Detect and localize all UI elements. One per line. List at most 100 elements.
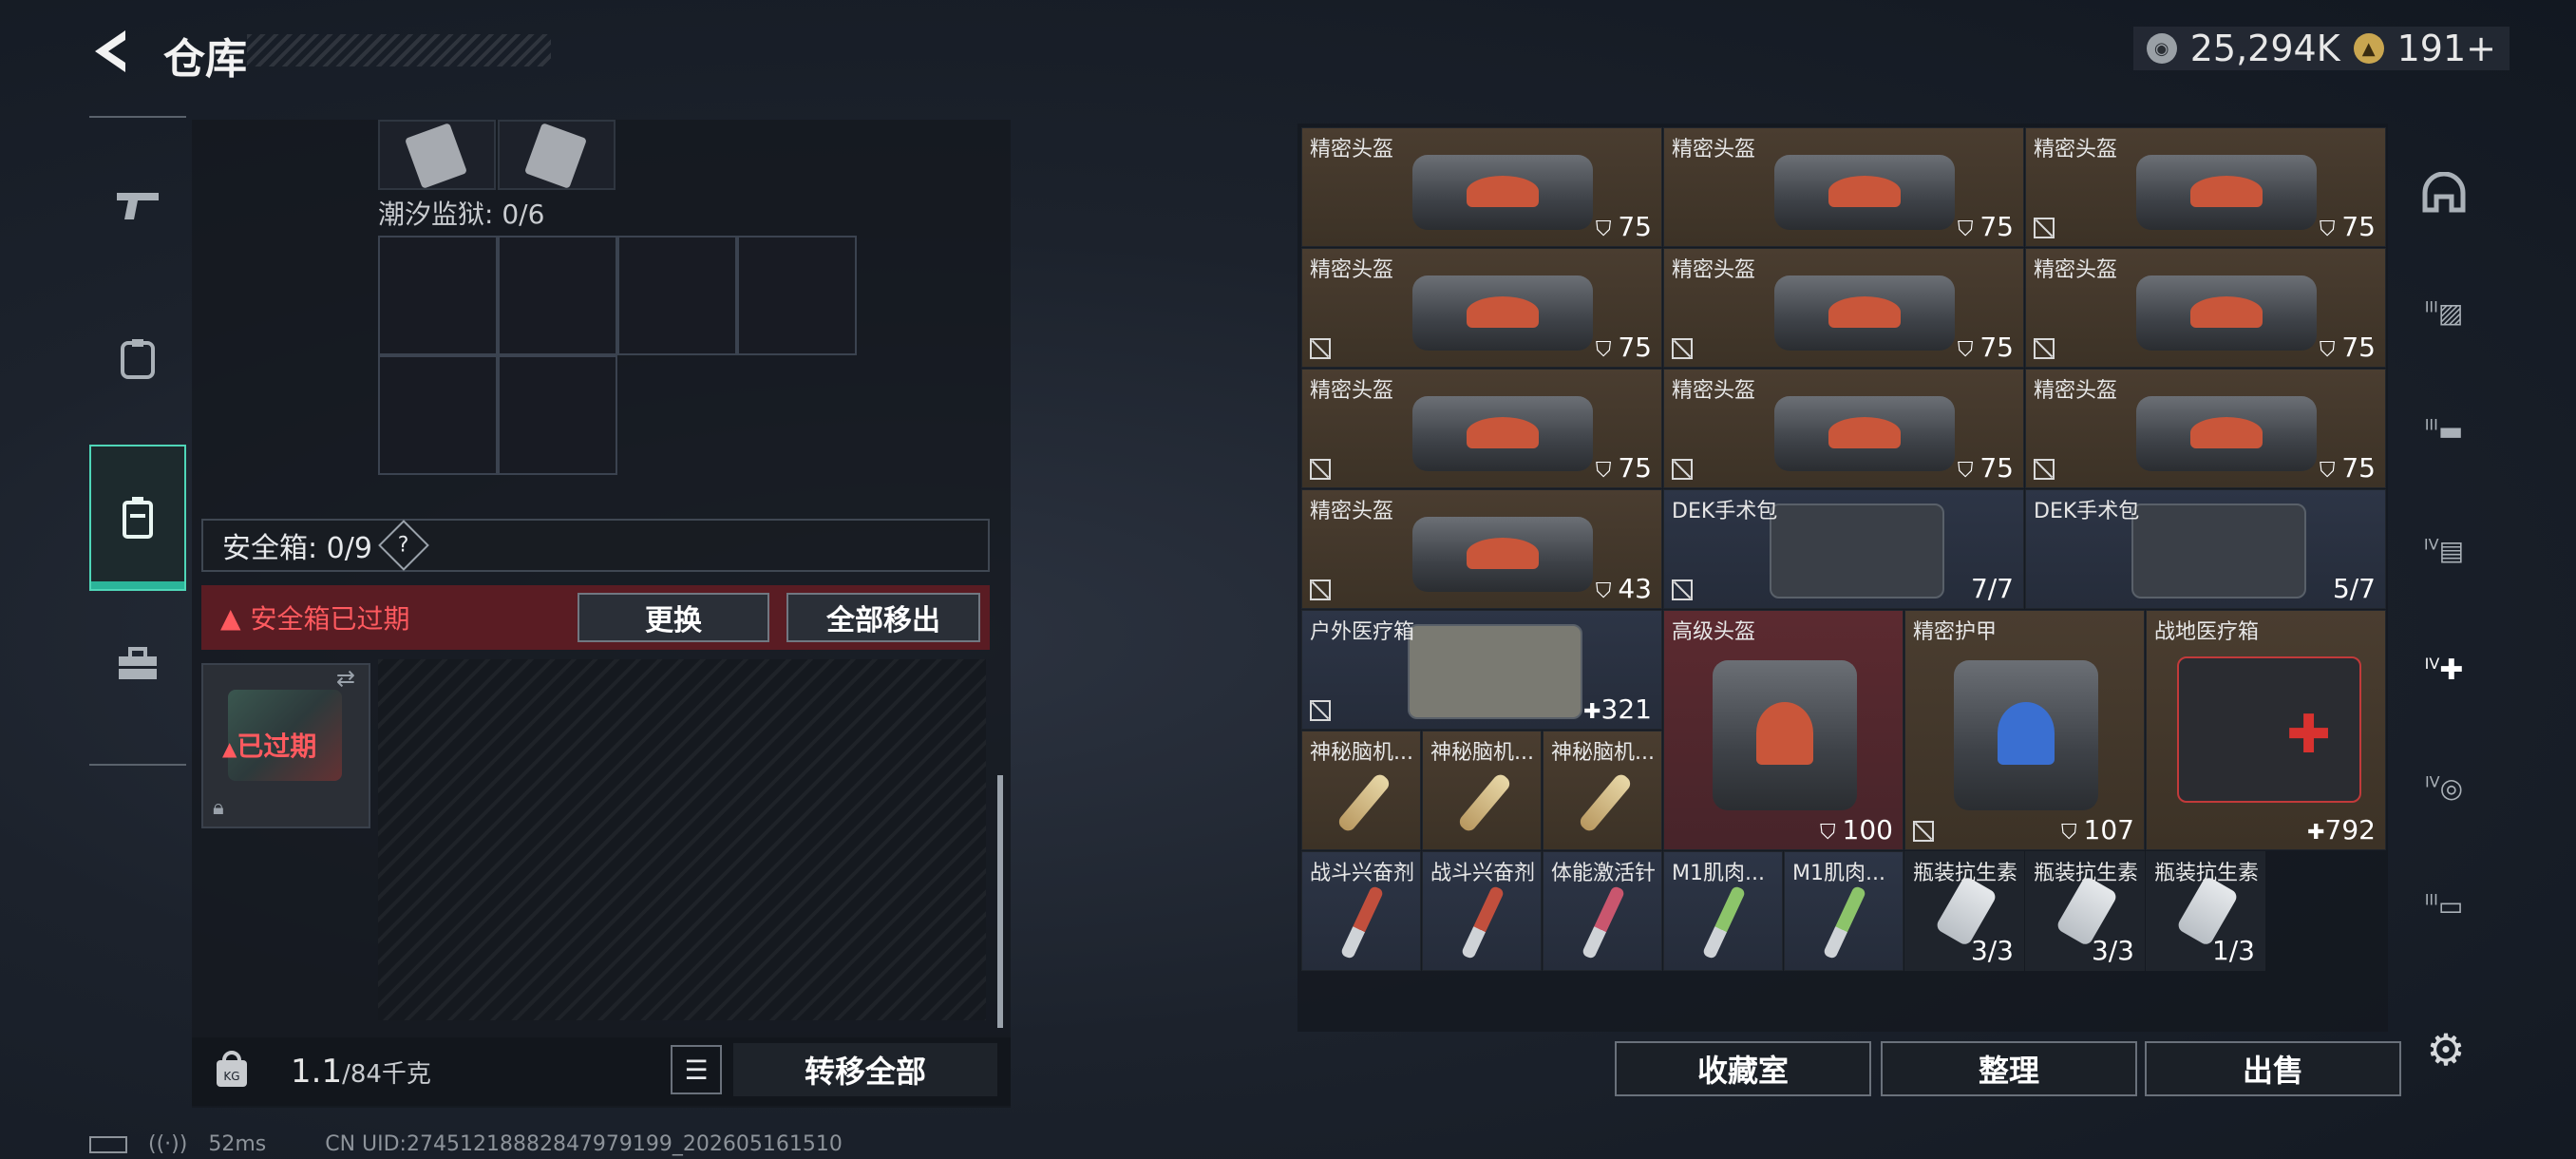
surgery-kit-image <box>2131 504 2306 598</box>
move-all-out-button[interactable]: 全部移出 <box>786 593 980 642</box>
inventory-item[interactable]: 体能激活针 <box>1543 851 1662 971</box>
inventory-item[interactable]: 精密头盔 ⛉ 75 <box>1301 248 1662 368</box>
item-slot[interactable] <box>498 120 616 190</box>
help-icon[interactable]: ? <box>378 520 429 571</box>
durability-shield-icon: ⛉ <box>1595 338 1619 362</box>
inventory-item[interactable]: 精密头盔 ⛉ 75 <box>1663 248 2024 368</box>
item-name: 精密头盔 <box>1310 258 1394 282</box>
inventory-item[interactable]: 精密头盔 ⛉ 43 <box>1301 489 1662 609</box>
syringe-image <box>1822 884 1867 960</box>
item-value: ⛉ 75 <box>1957 452 2014 484</box>
surgery-kit-image <box>1769 504 1944 598</box>
inventory-item[interactable]: 瓶装抗生素 1/3 <box>2146 851 2265 971</box>
untradeable-icon <box>2034 218 2055 238</box>
inventory-item[interactable]: DEK手术包 7/7 <box>1663 489 2024 609</box>
armor-filter-button[interactable]: III▨ <box>2403 272 2485 353</box>
grid-cell[interactable] <box>498 236 617 355</box>
item-value: ⛉ 107 <box>2061 814 2134 846</box>
item-name: 瓶装抗生素 <box>2034 862 2139 885</box>
armor-tier-icon: III▨ <box>2424 296 2464 329</box>
toolbox-tab[interactable] <box>89 612 186 716</box>
list-view-button[interactable]: ☰ <box>671 1045 722 1094</box>
inventory-item[interactable]: 战斗兴奋剂 <box>1422 851 1542 971</box>
bag-filter-button[interactable]: IV▤ <box>2403 509 2485 591</box>
helmet-filter-button[interactable] <box>2403 152 2485 234</box>
swap-icon[interactable]: ⇄ <box>336 665 355 692</box>
item-value: 5/7 <box>2332 573 2376 604</box>
inventory-item[interactable]: 户外医疗箱 ✚321 <box>1301 610 1662 730</box>
syringe-image <box>1460 884 1506 960</box>
medical-filter-button[interactable]: IV✚ <box>2403 629 2485 711</box>
item-name: 体能激活针 <box>1551 862 1657 885</box>
brain-chip-image <box>1335 771 1392 834</box>
helmet-image <box>1411 517 1593 592</box>
transfer-all-button[interactable]: 转移全部 <box>733 1043 997 1096</box>
right-category-sidebar: III▨ III▬ IV▤ IV✚ IV◎ III▭ <box>2403 120 2485 956</box>
item-name: 精密头盔 <box>1310 500 1394 523</box>
pistol-icon <box>117 193 159 219</box>
toolbox-icon <box>119 647 157 679</box>
inventory-item[interactable]: 精密头盔 ⛉ 75 <box>1663 369 2024 488</box>
scrollbar[interactable] <box>997 775 1003 1028</box>
inventory-item[interactable]: M1肌肉... <box>1663 851 1783 971</box>
replace-button[interactable]: 更换 <box>578 593 769 642</box>
list-icon: ☰ <box>684 1054 709 1086</box>
grid-cell[interactable] <box>737 236 857 355</box>
inventory-item[interactable]: 神秘脑机... <box>1543 731 1662 850</box>
sort-button[interactable]: 整理 <box>1881 1041 2137 1096</box>
inventory-item[interactable]: 瓶装抗生素 3/3 <box>2025 851 2145 971</box>
inventory-item[interactable]: 精密头盔 ⛉ 75 <box>1663 127 2024 247</box>
inventory-item[interactable]: 精密头盔 ⛉ 75 <box>2025 248 2386 368</box>
safebox-label: 安全箱: 0/9 <box>222 532 372 565</box>
inventory-item[interactable]: ✚ 战地医疗箱 ✚792 <box>2146 610 2386 850</box>
wifi-icon: ((·)) <box>148 1132 188 1156</box>
weapon-filter-button[interactable]: III▬ <box>2403 390 2485 471</box>
weapon-tab[interactable] <box>89 152 186 256</box>
settings-gear-icon[interactable]: ⚙ <box>2420 1024 2472 1075</box>
medbox-image <box>1407 624 1582 719</box>
inventory-item[interactable]: 精密头盔 ⛉ 75 <box>1301 127 1662 247</box>
ammo-filter-button[interactable]: IV◎ <box>2403 747 2485 828</box>
grid-cell[interactable] <box>378 355 498 475</box>
misc-filter-button[interactable]: III▭ <box>2403 864 2485 946</box>
gold-amount[interactable]: 191+ <box>2397 28 2496 69</box>
syringe-image <box>1701 884 1747 960</box>
grid-cell[interactable] <box>617 236 737 355</box>
item-value: ⛉ 75 <box>2319 211 2376 242</box>
page-title: 仓库 <box>163 35 247 84</box>
inventory-item[interactable]: 精密头盔 ⛉ 75 <box>2025 127 2386 247</box>
item-name: 战斗兴奋剂 <box>1430 862 1536 885</box>
inventory-item[interactable]: 瓶装抗生素 3/3 <box>1904 851 2024 971</box>
inventory-item[interactable]: DEK手术包 5/7 <box>2025 489 2386 609</box>
svg-text:KG: KG <box>223 1070 239 1083</box>
helmet-image <box>2135 155 2317 230</box>
collection-room-button[interactable]: 收藏室 <box>1615 1041 1871 1096</box>
safebox-grid[interactable] <box>378 659 986 1020</box>
grid-cell[interactable] <box>378 236 498 355</box>
inventory-item[interactable]: 神秘脑机... <box>1301 731 1421 850</box>
container-icon <box>123 497 153 539</box>
inventory-item[interactable]: M1肌肉... <box>1784 851 1904 971</box>
backpack-icon <box>121 339 155 379</box>
armor-tab[interactable] <box>89 306 186 410</box>
back-arrow-icon[interactable] <box>87 27 137 76</box>
inventory-item[interactable]: 精密护甲 ⛉ 107 <box>1904 610 2145 850</box>
inventory-item[interactable]: 精密头盔 ⛉ 75 <box>1301 369 1662 488</box>
grid-cell[interactable] <box>498 355 617 475</box>
inventory-item[interactable]: 精密头盔 ⛉ 75 <box>2025 369 2386 488</box>
inventory-item[interactable]: 战斗兴奋剂 <box>1301 851 1421 971</box>
storage-tab[interactable] <box>89 445 186 591</box>
helmet-image <box>1411 396 1593 471</box>
sell-button[interactable]: 出售 <box>2145 1041 2401 1096</box>
item-value: ⛉ 100 <box>1820 814 1893 846</box>
status-bar: ((·)) 52ms CN UID:274512188828479791​99_… <box>89 1132 843 1156</box>
durability-shield-icon: ⛉ <box>1595 580 1619 603</box>
case-expired-label: ▲已过期 <box>222 731 317 762</box>
item-slot[interactable] <box>378 120 496 190</box>
inventory-item[interactable]: 神秘脑机... <box>1422 731 1542 850</box>
bag-tier-icon: IV▤ <box>2423 534 2465 566</box>
helmet-image <box>1411 155 1593 230</box>
inventory-item[interactable]: 高级头盔 ⛉ 100 <box>1663 610 1904 850</box>
item-name: 精密头盔 <box>2034 379 2118 403</box>
item-name: M1肌肉... <box>1672 862 1765 885</box>
